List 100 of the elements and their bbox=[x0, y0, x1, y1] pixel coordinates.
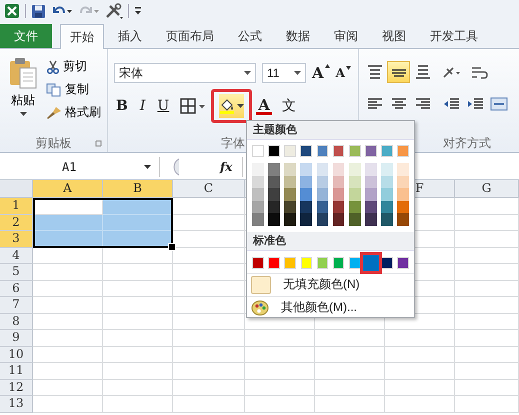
row-header[interactable]: 11 bbox=[0, 363, 33, 380]
insert-function-button[interactable]: fx bbox=[220, 160, 242, 174]
italic-button[interactable]: I bbox=[138, 98, 148, 114]
ribbon-tab[interactable]: 插入 bbox=[108, 24, 152, 48]
highlighted-fill-color-button[interactable] bbox=[211, 89, 252, 123]
save-icon[interactable] bbox=[31, 4, 46, 18]
color-swatch[interactable] bbox=[284, 176, 296, 188]
color-swatch[interactable] bbox=[365, 163, 377, 176]
color-swatch[interactable] bbox=[397, 176, 409, 188]
color-swatch[interactable] bbox=[268, 188, 280, 201]
grow-font-button[interactable]: A bbox=[312, 64, 330, 82]
color-swatch[interactable] bbox=[252, 200, 264, 214]
color-swatch[interactable] bbox=[381, 213, 393, 226]
column-header[interactable]: B bbox=[103, 180, 173, 198]
color-swatch[interactable] bbox=[284, 188, 296, 201]
color-swatch[interactable] bbox=[316, 176, 328, 188]
clipboard-command[interactable]: 格式刷 bbox=[44, 103, 103, 122]
clipboard-command[interactable]: 剪切 bbox=[44, 57, 103, 76]
color-swatch[interactable] bbox=[268, 213, 280, 226]
column-header[interactable]: A bbox=[33, 180, 103, 198]
color-swatch[interactable] bbox=[360, 252, 382, 274]
row-header[interactable]: 1 bbox=[0, 198, 33, 214]
color-swatch[interactable] bbox=[252, 213, 264, 226]
column-header[interactable]: G bbox=[455, 180, 519, 198]
color-swatch[interactable] bbox=[348, 163, 360, 176]
row-header[interactable]: 7 bbox=[0, 297, 33, 314]
color-swatch[interactable] bbox=[381, 188, 393, 201]
row-header[interactable]: 10 bbox=[0, 346, 33, 363]
font-size-field[interactable]: 11 bbox=[262, 63, 306, 83]
color-swatch[interactable] bbox=[365, 188, 377, 201]
color-swatch[interactable] bbox=[332, 163, 344, 176]
color-swatch[interactable] bbox=[348, 200, 360, 214]
row-header[interactable]: 8 bbox=[0, 314, 33, 330]
color-swatch[interactable] bbox=[397, 213, 409, 226]
row-header[interactable]: 3 bbox=[0, 231, 33, 248]
fill-handle[interactable] bbox=[168, 243, 176, 251]
shrink-font-button[interactable]: A bbox=[336, 66, 351, 80]
row-header[interactable]: 5 bbox=[0, 264, 33, 280]
color-swatch[interactable] bbox=[300, 188, 312, 201]
paste-button[interactable]: 粘贴 bbox=[2, 55, 44, 134]
color-swatch[interactable] bbox=[397, 200, 409, 214]
color-swatch[interactable] bbox=[397, 163, 409, 176]
dialog-launcher-icon[interactable] bbox=[95, 140, 103, 148]
color-swatch[interactable] bbox=[332, 176, 344, 188]
color-swatch[interactable] bbox=[397, 188, 409, 201]
customize-caret-icon[interactable] bbox=[134, 6, 142, 16]
color-swatch[interactable] bbox=[284, 200, 296, 214]
phonetic-guide-button[interactable]: 文 bbox=[280, 97, 298, 115]
row-header[interactable]: 13 bbox=[0, 396, 33, 412]
tools-icon[interactable] bbox=[105, 3, 123, 19]
color-swatch[interactable] bbox=[381, 200, 393, 214]
color-swatch[interactable] bbox=[252, 188, 264, 201]
row-header[interactable]: 9 bbox=[0, 330, 33, 346]
ribbon-tab[interactable]: 数据 bbox=[276, 24, 320, 48]
font-color-button[interactable]: A bbox=[256, 98, 272, 114]
color-swatch[interactable] bbox=[381, 176, 393, 188]
clipboard-command[interactable]: 复制 bbox=[44, 80, 103, 99]
color-swatch[interactable] bbox=[332, 200, 344, 214]
color-swatch[interactable] bbox=[300, 176, 312, 188]
color-swatch[interactable] bbox=[300, 163, 312, 176]
column-header[interactable]: C bbox=[173, 180, 245, 198]
color-swatch[interactable] bbox=[268, 176, 280, 188]
color-swatch[interactable] bbox=[316, 213, 328, 226]
color-swatch[interactable] bbox=[316, 163, 328, 176]
color-swatch[interactable] bbox=[332, 188, 344, 201]
color-swatch[interactable] bbox=[332, 213, 344, 226]
ribbon-tab[interactable]: 开始 bbox=[60, 24, 104, 49]
ribbon-tab[interactable]: 视图 bbox=[372, 24, 416, 48]
color-swatch[interactable] bbox=[300, 213, 312, 226]
middle-align-button[interactable] bbox=[387, 61, 410, 83]
color-swatch[interactable] bbox=[365, 176, 377, 188]
color-swatch[interactable] bbox=[316, 188, 328, 201]
border-icon[interactable] bbox=[179, 98, 208, 114]
color-swatch[interactable] bbox=[252, 163, 264, 176]
name-box[interactable]: A1 bbox=[0, 157, 160, 177]
color-swatch[interactable] bbox=[268, 163, 280, 176]
ribbon-tab[interactable]: 审阅 bbox=[324, 24, 368, 48]
color-swatch[interactable] bbox=[268, 200, 280, 214]
color-swatch[interactable] bbox=[348, 213, 360, 226]
ribbon-tab[interactable]: 文件 bbox=[0, 24, 52, 48]
color-swatch[interactable] bbox=[348, 188, 360, 201]
menu-item[interactable]: 无填充颜色(N) bbox=[247, 272, 414, 296]
color-swatch[interactable] bbox=[284, 213, 296, 226]
row-header[interactable]: 2 bbox=[0, 214, 33, 231]
color-swatch[interactable] bbox=[316, 200, 328, 214]
menu-item[interactable]: 其他颜色(M)... bbox=[247, 296, 414, 319]
color-swatch[interactable] bbox=[381, 163, 393, 176]
color-swatch[interactable] bbox=[365, 200, 377, 214]
bold-button[interactable]: B bbox=[114, 98, 130, 114]
ribbon-tab[interactable]: 页面布局 bbox=[156, 24, 224, 48]
ribbon-tab[interactable]: 开发工具 bbox=[420, 24, 488, 48]
font-name-field[interactable]: 宋体 bbox=[114, 63, 256, 83]
ribbon-tab[interactable]: 公式 bbox=[228, 24, 272, 48]
underline-button[interactable]: U bbox=[155, 98, 172, 114]
color-swatch[interactable] bbox=[284, 163, 296, 176]
color-swatch[interactable] bbox=[348, 176, 360, 188]
row-header[interactable]: 12 bbox=[0, 380, 33, 396]
row-header[interactable]: 6 bbox=[0, 280, 33, 297]
color-swatch[interactable] bbox=[252, 176, 264, 188]
color-swatch[interactable] bbox=[300, 200, 312, 214]
